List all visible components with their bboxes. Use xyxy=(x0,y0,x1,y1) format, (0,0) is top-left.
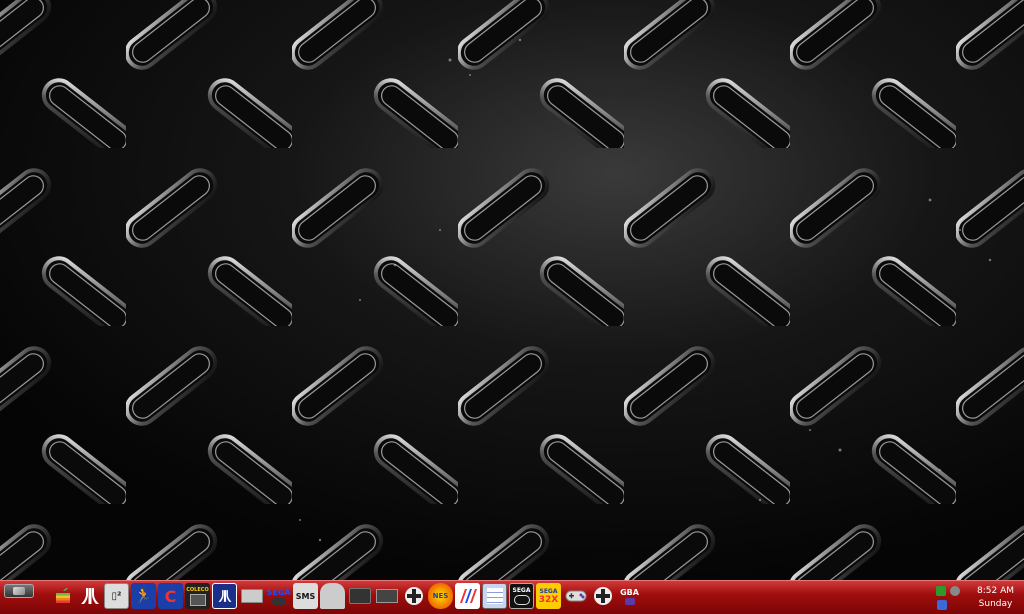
colecovision-icon[interactable]: COLECO xyxy=(185,583,210,609)
diamond-plate-background xyxy=(0,0,1024,580)
snes-pad-icon[interactable] xyxy=(563,583,588,609)
system-tray: 8:52 AM Sunday xyxy=(932,583,1024,613)
sms-icon[interactable]: SMS xyxy=(293,583,318,609)
runner-icon[interactable]: 🏃 xyxy=(131,583,156,609)
sega-cd-icon[interactable]: SEGA xyxy=(509,583,534,609)
dpad-icon[interactable] xyxy=(401,583,426,609)
window-icon[interactable] xyxy=(482,583,507,609)
clock[interactable]: 8:52 AM Sunday xyxy=(977,585,1014,611)
console-icon[interactable] xyxy=(347,583,372,609)
sega-32x-icon[interactable]: SEGA 32X xyxy=(536,583,561,609)
magnet-icon[interactable]: C xyxy=(158,583,183,609)
taskbar: ▯² 🏃 C COLECO SEGA SMS NES SEGA SEGA 32X… xyxy=(0,580,1024,614)
start-button[interactable] xyxy=(4,584,34,598)
console-2-icon[interactable] xyxy=(374,583,399,609)
network-icon[interactable] xyxy=(936,586,946,596)
stripes-icon[interactable] xyxy=(455,583,480,609)
dpad-2-icon[interactable] xyxy=(590,583,615,609)
desktop-wallpaper xyxy=(0,0,1024,580)
atari-2600-icon[interactable]: ▯² xyxy=(104,583,129,609)
clock-time: 8:52 AM xyxy=(977,586,1014,596)
atari-icon[interactable] xyxy=(77,583,102,609)
clock-day: Sunday xyxy=(978,599,1013,609)
quick-launch-bar: ▯² 🏃 C COLECO SEGA SMS NES SEGA SEGA 32X… xyxy=(50,583,642,611)
recycle-bin-icon[interactable] xyxy=(937,600,947,610)
gba-icon[interactable]: GBA xyxy=(617,583,642,609)
dome-icon[interactable] xyxy=(320,583,345,609)
atari-logo-icon[interactable] xyxy=(212,583,237,609)
sega-genesis-icon[interactable]: SEGA xyxy=(266,583,291,609)
nes-console-icon[interactable] xyxy=(239,583,264,609)
volume-icon[interactable] xyxy=(950,586,960,596)
apple-icon[interactable] xyxy=(50,583,75,609)
nes-emulator-icon[interactable]: NES xyxy=(428,583,453,609)
